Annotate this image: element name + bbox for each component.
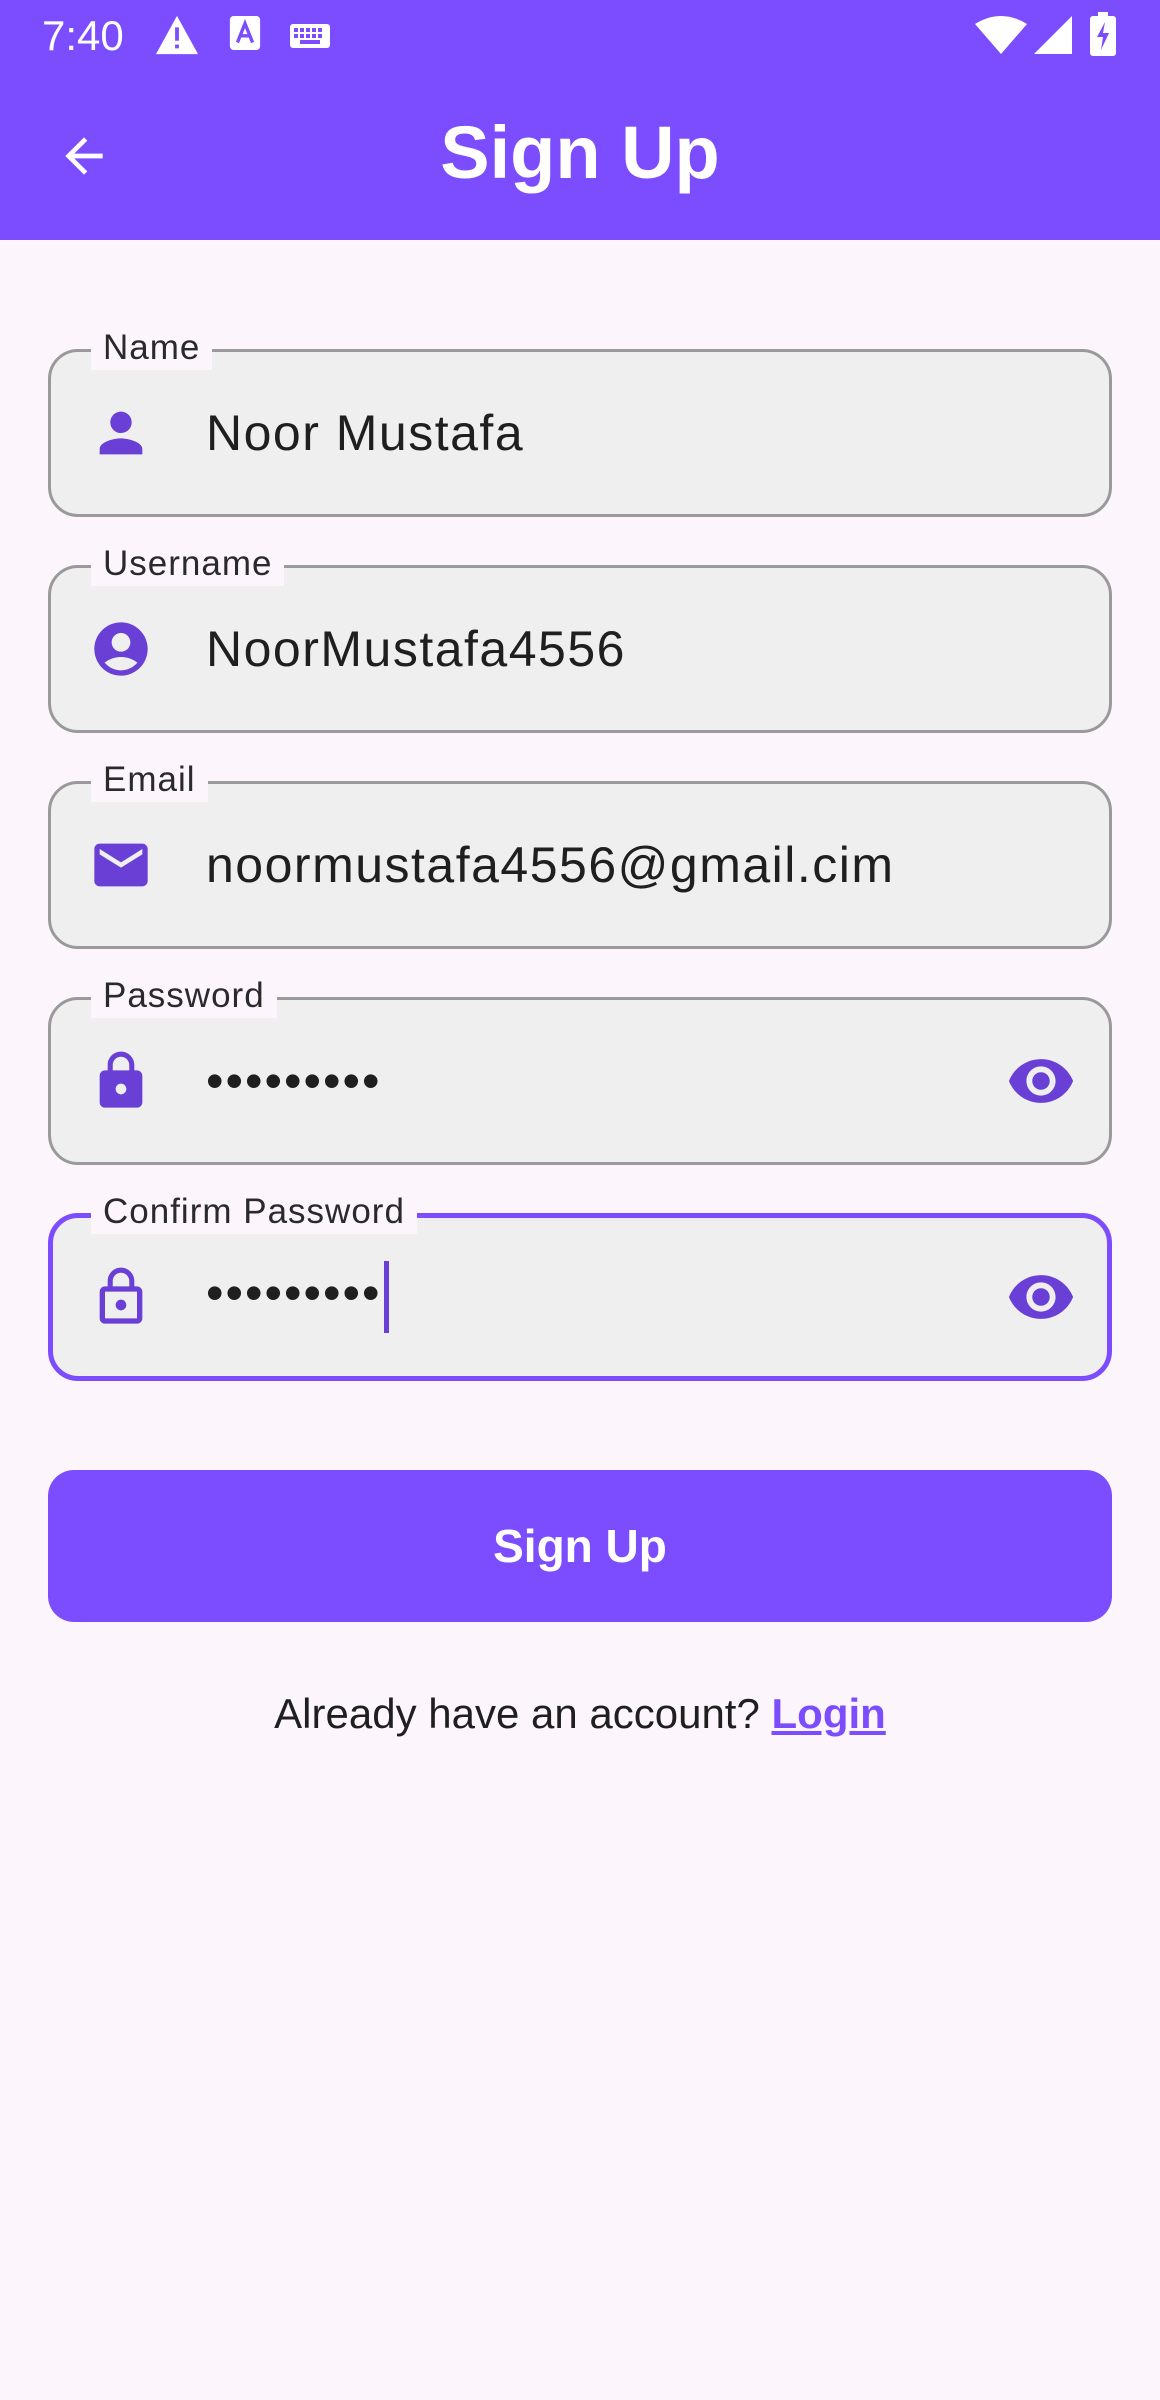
email-input[interactable]: noormustafa4556@gmail.cim	[206, 835, 895, 895]
account-circle-icon	[94, 622, 148, 676]
login-prompt: Already have an account? Login	[0, 1688, 1160, 1740]
confirm-password-label: Confirm Password	[91, 1190, 417, 1234]
email-field[interactable]: Email noormustafa4556@gmail.cim	[48, 758, 1112, 949]
mail-icon	[94, 843, 148, 887]
status-time: 7:40	[42, 12, 124, 59]
confirm-password-field[interactable]: Confirm Password •••••••••	[48, 1190, 1112, 1381]
signup-screen: 7:40 Sign Up Name Noor Mustafa Username …	[0, 0, 1160, 2400]
password-label: Password	[91, 974, 277, 1018]
lock-outline-icon	[99, 1267, 143, 1324]
confirm-password-input[interactable]: •••••••••	[206, 1261, 389, 1333]
sign-up-button[interactable]: Sign Up	[48, 1470, 1112, 1622]
confirm-password-text: •••••••••	[206, 1265, 382, 1322]
username-field[interactable]: Username NoorMustafa4556	[48, 542, 1112, 733]
login-link[interactable]: Login	[772, 1690, 886, 1737]
username-input[interactable]: NoorMustafa4556	[206, 619, 626, 679]
password-visibility-toggle[interactable]	[1003, 1043, 1079, 1119]
cell-signal-icon	[1034, 16, 1072, 59]
eye-icon	[1008, 1275, 1074, 1319]
confirm-password-visibility-toggle[interactable]	[1003, 1259, 1079, 1335]
text-caret	[383, 1261, 389, 1333]
name-input[interactable]: Noor Mustafa	[206, 403, 524, 463]
top-bar: 7:40 Sign Up	[0, 0, 1160, 240]
password-input[interactable]: •••••••••	[206, 1051, 382, 1111]
translate-a-icon	[228, 14, 262, 57]
alert-triangle-icon	[154, 14, 200, 61]
keyboard-icon	[290, 24, 330, 53]
person-icon	[99, 411, 143, 455]
lock-icon	[99, 1051, 143, 1108]
page-title: Sign Up	[440, 111, 720, 194]
username-label: Username	[91, 542, 285, 586]
email-label: Email	[91, 758, 208, 802]
login-prompt-text: Already have an account?	[274, 1690, 772, 1737]
status-bar: 7:40	[0, 0, 1160, 72]
eye-icon	[1008, 1059, 1074, 1103]
password-field[interactable]: Password •••••••••	[48, 974, 1112, 1165]
name-field[interactable]: Name Noor Mustafa	[48, 326, 1112, 517]
app-bar: Sign Up	[0, 72, 1160, 240]
battery-charging-icon	[1090, 12, 1116, 61]
wifi-icon	[975, 16, 1027, 61]
name-label: Name	[91, 326, 213, 370]
